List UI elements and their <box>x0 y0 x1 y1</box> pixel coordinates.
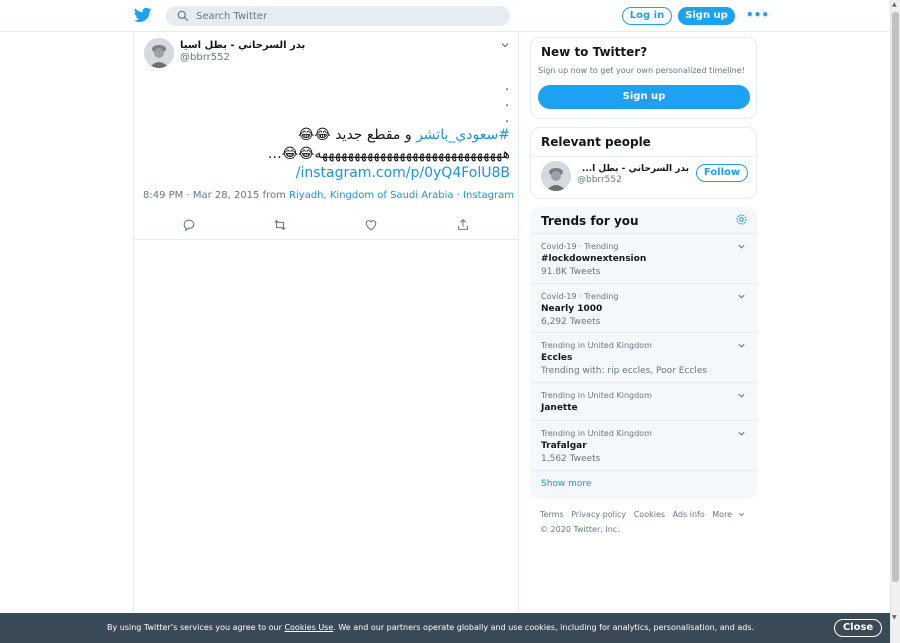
main-column: بدر السرحاني - بطل اسيا @bbrr552 . . . #… <box>133 32 519 612</box>
trend-context: Trending in United Kingdom <box>541 391 652 400</box>
chevron-down-icon[interactable] <box>737 341 746 350</box>
chevron-down-icon <box>739 513 745 517</box>
divider <box>531 156 758 157</box>
top-bar: Log in Sign up ••• <box>0 0 890 32</box>
hashtag-link[interactable]: #سعودي_باتشر <box>416 127 510 143</box>
reply-icon[interactable] <box>182 218 196 232</box>
footer-links: Terms Privacy policy Cookies Ads info Mo… <box>540 510 750 519</box>
trend-context: Trending in United Kingdom <box>541 429 652 438</box>
new-to-twitter-title: New to Twitter? <box>541 45 648 59</box>
trend-item[interactable]: Covid-19 · Trending Nearly 1000 6,292 Tw… <box>531 283 758 332</box>
cookie-consent-text: By using Twitter’s services you agree to… <box>107 623 754 632</box>
person-avatar[interactable] <box>541 161 571 191</box>
page-scrollbar[interactable]: ▲ ▼ <box>890 0 900 643</box>
person-handle[interactable]: @bbrr552 <box>577 175 622 185</box>
trend-name[interactable]: #lockdownextension <box>541 254 646 264</box>
relevant-people-card: Relevant people بدر السرحاني - بطل ا... … <box>530 127 758 199</box>
author-avatar[interactable] <box>144 38 174 68</box>
new-to-twitter-card: New to Twitter? Sign up now to get your … <box>530 37 757 119</box>
signup-button[interactable]: Sign up <box>678 7 735 25</box>
login-button[interactable]: Log in <box>622 7 672 25</box>
divider <box>531 470 758 471</box>
signup-button-large[interactable]: Sign up <box>538 85 750 109</box>
tweet-text-segment: و مقطع جديد 😂😂 <box>298 127 417 143</box>
trend-item[interactable]: Trending in United Kingdom Trafalgar 1,5… <box>531 420 758 470</box>
tweet-metadata: 8:49 PM · Mar 28, 2015 from Riyadh, King… <box>143 190 514 201</box>
relevant-people-title: Relevant people <box>541 135 651 149</box>
cookie-close-button[interactable]: Close <box>834 619 882 637</box>
trend-name[interactable]: Eccles <box>541 353 572 363</box>
trend-context: Covid-19 · Trending <box>541 292 619 301</box>
twitter-logo-icon[interactable] <box>134 6 152 24</box>
tweet-actions <box>134 218 519 234</box>
chevron-down-icon[interactable] <box>737 242 746 251</box>
author-handle[interactable]: @bbrr552 <box>180 52 230 63</box>
scroll-down-arrow-icon[interactable]: ▼ <box>892 614 897 621</box>
footer-more-label: More <box>712 510 733 519</box>
chevron-down-icon[interactable] <box>500 40 510 50</box>
tweet: بدر السرحاني - بطل اسيا @bbrr552 . . . #… <box>134 32 519 240</box>
gear-icon[interactable] <box>735 213 748 226</box>
meta-separator: · <box>453 190 464 201</box>
scrollbar-thumb[interactable] <box>892 12 899 582</box>
like-heart-icon[interactable] <box>364 218 378 232</box>
avatar-image-icon <box>541 161 571 191</box>
scroll-up-arrow-icon[interactable]: ▲ <box>892 1 897 8</box>
footer-link-ads-info[interactable]: Ads info <box>673 510 705 519</box>
show-more-link[interactable]: Show more <box>541 479 591 489</box>
cookies-use-link[interactable]: Cookies Use <box>284 623 333 632</box>
trend-tweet-count: 91.8K Tweets <box>541 267 601 277</box>
chevron-down-icon[interactable] <box>737 391 746 400</box>
copyright-text: © 2020 Twitter, Inc. <box>540 525 620 534</box>
more-menu-icon[interactable]: ••• <box>746 8 769 22</box>
tweet-text: #سعودي_باتشر و مقطع جديد 😂😂 هههههههههههه… <box>144 126 510 183</box>
trend-tweet-count: 1,562 Tweets <box>541 454 601 464</box>
trend-context: Trending in United Kingdom <box>541 341 652 350</box>
trend-name[interactable]: Janette <box>541 403 578 413</box>
person-name[interactable]: بدر السرحاني - بطل ا... <box>579 164 689 174</box>
share-icon[interactable] <box>456 218 470 232</box>
footer-link-privacy[interactable]: Privacy policy <box>571 510 626 519</box>
tweet-text-dot: . <box>505 95 509 109</box>
follow-button[interactable]: Follow <box>696 164 748 182</box>
avatar-image-icon <box>144 38 174 68</box>
search-bar[interactable] <box>166 6 510 26</box>
tweet-location-link[interactable]: Riyadh, Kingdom of Saudi Arabia <box>289 190 454 201</box>
search-icon <box>177 10 189 22</box>
tweet-text-dot: . <box>505 79 509 93</box>
trend-context: Covid-19 · Trending <box>541 242 619 251</box>
footer-link-terms[interactable]: Terms <box>540 510 564 519</box>
footer-link-more[interactable]: More <box>712 510 745 519</box>
chevron-down-icon[interactable] <box>737 292 746 301</box>
trend-item[interactable]: Trending in United Kingdom Janette <box>531 382 758 420</box>
trend-item[interactable]: Trending in United Kingdom Eccles Trendi… <box>531 332 758 382</box>
retweet-icon[interactable] <box>273 218 287 232</box>
trends-card: Trends for you Covid-19 · Trending #lock… <box>530 207 758 499</box>
tweet-text-dot: . <box>505 111 509 125</box>
trend-tweet-count: 6,292 Tweets <box>541 317 601 327</box>
author-name[interactable]: بدر السرحاني - بطل اسيا <box>180 40 305 51</box>
tweet-source-link[interactable]: Instagram <box>463 190 514 201</box>
cookie-text-after: . We and our partners operate globally a… <box>333 623 755 632</box>
cookie-consent-bar: By using Twitter’s services you agree to… <box>0 613 890 643</box>
trends-title: Trends for you <box>541 214 639 228</box>
tweet-timestamp[interactable]: 8:49 PM · Mar 28, 2015 from <box>143 190 289 201</box>
instagram-link[interactable]: instagram.com/p/0yQ4FolU8B/ <box>296 165 510 181</box>
chevron-down-icon[interactable] <box>737 429 746 438</box>
cookie-text-before: By using Twitter’s services you agree to… <box>107 623 285 632</box>
trend-name[interactable]: Trafalgar <box>541 441 587 451</box>
search-input[interactable] <box>196 6 496 26</box>
new-to-twitter-subtitle: Sign up now to get your own personalized… <box>538 66 745 75</box>
trend-related: Trending with: rip eccles, Poor Eccles <box>541 366 708 376</box>
trend-item[interactable]: Covid-19 · Trending #lockdownextension 9… <box>531 233 758 283</box>
trend-name[interactable]: Nearly 1000 <box>541 304 602 314</box>
footer-link-cookies[interactable]: Cookies <box>634 510 665 519</box>
tweet-text-line: هههههههههههههههههههههههههههههه😂😂… <box>267 146 510 162</box>
